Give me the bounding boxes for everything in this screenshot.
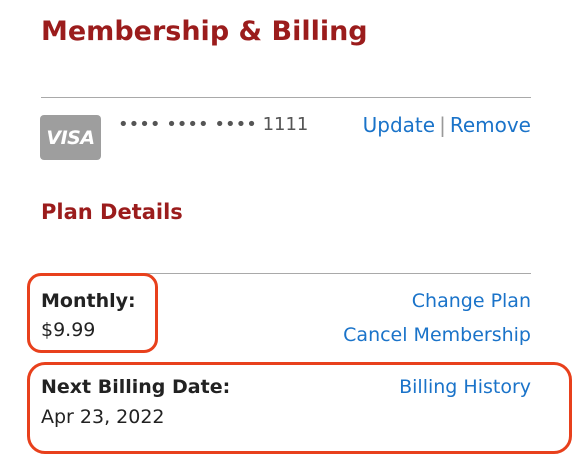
remove-card-link[interactable]: Remove bbox=[450, 113, 531, 137]
card-brand-label: VISA bbox=[46, 126, 95, 149]
link-separator: | bbox=[439, 113, 446, 137]
update-card-link[interactable]: Update bbox=[363, 113, 435, 137]
plan-highlight-annotation bbox=[27, 273, 158, 353]
cancel-membership-link[interactable]: Cancel Membership bbox=[343, 324, 531, 346]
card-actions: Update | Remove bbox=[363, 113, 531, 137]
membership-billing-page: Membership & Billing VISA •••• •••• ••••… bbox=[0, 0, 579, 474]
visa-card-icon: VISA bbox=[40, 115, 101, 160]
card-number-masked: •••• •••• •••• 1111 bbox=[118, 114, 309, 135]
page-title: Membership & Billing bbox=[41, 16, 368, 47]
billing-highlight-annotation bbox=[27, 362, 572, 454]
plan-details-heading: Plan Details bbox=[41, 200, 183, 224]
divider bbox=[41, 97, 531, 98]
change-plan-link[interactable]: Change Plan bbox=[412, 290, 531, 312]
